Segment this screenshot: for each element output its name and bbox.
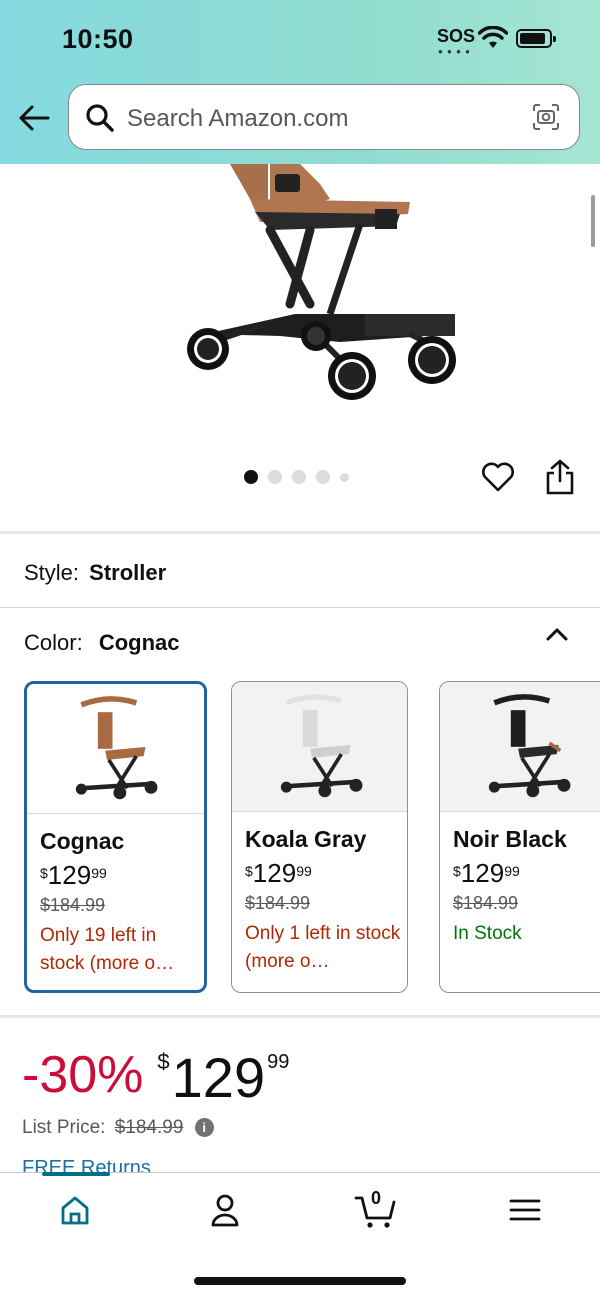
wifi-icon bbox=[478, 26, 508, 48]
divider bbox=[0, 531, 600, 534]
variant-card-koala-gray[interactable]: Koala Gray $12999 $184.99 Only 1 left in… bbox=[231, 681, 408, 993]
variant-name: Noir Black bbox=[453, 826, 567, 852]
camera-icon[interactable] bbox=[531, 102, 561, 132]
chevron-up-icon[interactable] bbox=[543, 623, 571, 645]
divider bbox=[0, 607, 600, 608]
carousel-dot[interactable] bbox=[340, 472, 349, 482]
divider bbox=[0, 1015, 600, 1018]
list-price: List Price: $184.99 i bbox=[22, 1117, 214, 1139]
variant-thumbnail bbox=[440, 682, 600, 812]
wheel bbox=[408, 336, 456, 384]
variant-thumbnail bbox=[27, 684, 204, 814]
variant-list-price: $184.99 bbox=[40, 895, 106, 915]
carousel-dots[interactable] bbox=[244, 470, 349, 484]
battery-icon bbox=[516, 29, 556, 48]
discount-percent: -30% bbox=[22, 1046, 144, 1104]
color-selector[interactable]: Color: Cognac bbox=[24, 630, 180, 656]
variant-card-cognac[interactable]: Cognac $12999 $184.99 Only 19 left in st… bbox=[24, 681, 207, 993]
search-icon bbox=[86, 104, 114, 132]
variant-thumbnail bbox=[232, 682, 407, 812]
color-value: Cognac bbox=[98, 630, 180, 655]
back-arrow-icon[interactable] bbox=[16, 102, 52, 134]
search-bar[interactable]: Search Amazon.com bbox=[68, 84, 580, 150]
style-label: Style: bbox=[24, 560, 80, 585]
cart-button[interactable]: 0 bbox=[354, 1188, 398, 1230]
variant-name: Cognac bbox=[40, 828, 125, 854]
active-tab-indicator bbox=[42, 1172, 110, 1176]
variant-stock-status: In Stock bbox=[453, 923, 522, 944]
variant-name: Koala Gray bbox=[245, 826, 367, 852]
variant-list-price: $184.99 bbox=[245, 893, 311, 913]
variant-price: $12999 bbox=[245, 858, 312, 888]
signal-dots-icon: ● ● ● ● bbox=[438, 47, 471, 56]
scroll-indicator[interactable] bbox=[591, 195, 595, 247]
wheel bbox=[328, 352, 376, 400]
home-indicator[interactable] bbox=[194, 1277, 406, 1285]
home-icon[interactable] bbox=[55, 1192, 95, 1228]
price-whole: 129 bbox=[171, 1046, 266, 1109]
carousel-dot[interactable] bbox=[316, 470, 330, 484]
style-selector[interactable]: Style: Stroller bbox=[24, 560, 166, 586]
account-icon[interactable] bbox=[205, 1192, 245, 1228]
heart-icon[interactable] bbox=[481, 460, 515, 494]
status-time: 10:50 bbox=[62, 24, 134, 54]
list-price-value: $184.99 bbox=[114, 1117, 184, 1138]
free-returns-link[interactable]: FREE Returns bbox=[22, 1157, 151, 1172]
share-icon[interactable] bbox=[543, 458, 577, 496]
list-price-label: List Price: bbox=[22, 1117, 106, 1138]
info-icon[interactable]: i bbox=[194, 1118, 214, 1138]
wheel bbox=[187, 328, 229, 370]
variant-list-price: $184.99 bbox=[453, 893, 519, 913]
cart-count: 0 bbox=[371, 1188, 382, 1208]
menu-icon[interactable] bbox=[505, 1192, 545, 1228]
color-label: Color: bbox=[24, 630, 83, 655]
search-input[interactable]: Search Amazon.com bbox=[127, 105, 348, 133]
variant-stock-status: Only 1 left in stock (more o… bbox=[245, 923, 401, 972]
carousel-dot[interactable] bbox=[268, 470, 282, 484]
variant-stock-status: Only 19 left in stock (more o… bbox=[40, 925, 175, 974]
carousel-dot[interactable] bbox=[244, 470, 258, 484]
wheel bbox=[301, 321, 331, 351]
deal-price: -30% $ 129 99 bbox=[22, 1045, 289, 1110]
variant-price: $12999 bbox=[40, 860, 107, 890]
variant-price: $12999 bbox=[453, 858, 520, 888]
header: 10:50 SOS ● ● ● ● Search Amazon.com bbox=[0, 0, 600, 164]
variant-card-noir-black[interactable]: Noir Black $12999 $184.99 In Stock bbox=[439, 681, 600, 993]
product-image[interactable] bbox=[160, 164, 470, 414]
style-value: Stroller bbox=[89, 560, 167, 585]
carousel-dot[interactable] bbox=[292, 470, 306, 484]
status-sos: SOS bbox=[437, 26, 476, 46]
price-cents: 99 bbox=[267, 1051, 290, 1073]
price-currency: $ bbox=[157, 1049, 170, 1074]
